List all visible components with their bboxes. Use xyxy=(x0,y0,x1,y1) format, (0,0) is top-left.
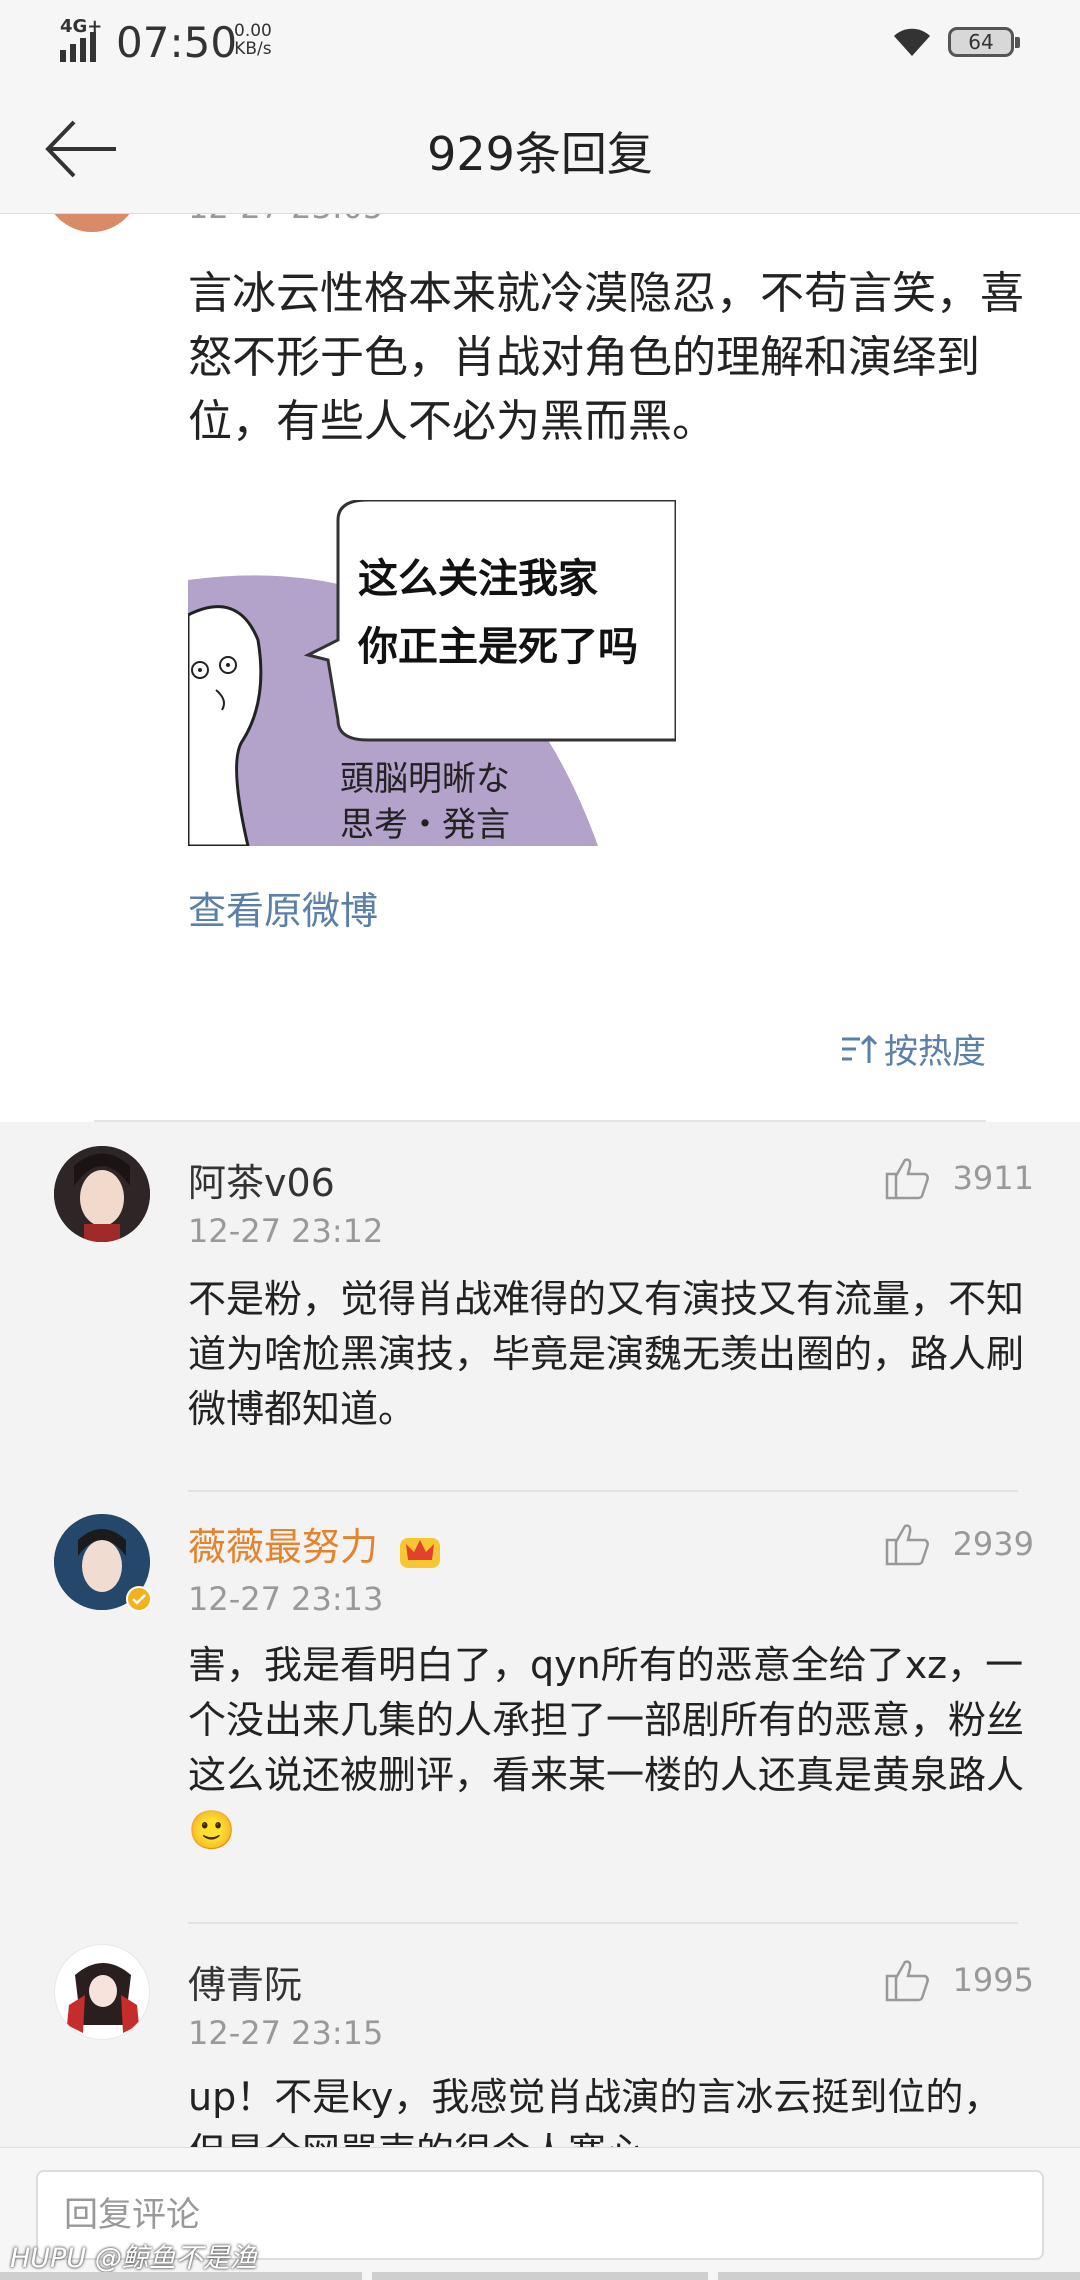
comment-author-name: 薇薇最努力 xyxy=(188,1525,379,1569)
view-original-link[interactable]: 查看原微博 xyxy=(188,880,378,935)
battery-indicator: 64 xyxy=(948,27,1020,57)
page-title: 929条回复 xyxy=(427,127,653,181)
comment-text: up！不是ky，我感觉肖战演的言冰云挺到位的，但是全网骂声的很令人寒心。 xyxy=(188,2075,1002,2147)
avatar[interactable] xyxy=(54,1146,150,1242)
post-text: 言冰云性格本来就冷漠隐忍，不苟言笑，喜怒不形于色，肖战对角色的理解和演绎到位，有… xyxy=(188,268,1024,447)
like-count: 2939 xyxy=(952,1525,1034,1563)
comment-author[interactable]: 阿茶v06 xyxy=(188,1152,335,1207)
thumbs-up-icon xyxy=(885,1158,929,1200)
avatar[interactable] xyxy=(54,1944,150,2040)
thumbs-up-icon xyxy=(885,1960,929,2002)
like-count: 1995 xyxy=(952,1961,1034,1999)
comment-time: 12-27 23:15 xyxy=(188,2014,384,2052)
signal-icon xyxy=(60,32,96,62)
like-button[interactable]: 1995 xyxy=(885,1958,1034,2002)
sort-icon xyxy=(842,1034,878,1063)
speed-value: 0.00 xyxy=(234,21,272,41)
comment-text: 害，我是看明白了，qyn所有的恶意全给了xz，一个没出来几集的人承担了一部剧所有… xyxy=(188,1643,1025,1852)
like-button[interactable]: 3911 xyxy=(885,1156,1034,1200)
nav-bar: 929条回复 xyxy=(0,84,1080,214)
meme-illustration: 这么关注我家 你正主是死了吗 頭脳明晰な 思考・発言 xyxy=(188,500,676,846)
speed-unit: KB/s xyxy=(234,39,272,59)
comment-list: 阿茶v06 12-27 23:12 3911 不是粉，觉得肖战难得的又有演技又有… xyxy=(0,1122,1080,2147)
verified-badge-icon xyxy=(126,1586,152,1612)
post-image[interactable]: 这么关注我家 你正主是死了吗 頭脳明晰な 思考・発言 xyxy=(188,500,676,846)
sort-button[interactable]: 按热度 xyxy=(840,1024,986,1073)
clock: 07:50 xyxy=(116,18,238,67)
comment-time: 12-27 23:12 xyxy=(188,1212,384,1250)
thumbs-up-icon xyxy=(885,1524,929,1566)
meme-line2: 你正主是死了吗 xyxy=(357,624,638,670)
meme-line1: 这么关注我家 xyxy=(358,556,598,602)
divider xyxy=(188,1490,1018,1492)
status-bar: 4G+ 07:50 0.00 KB/s 64 xyxy=(0,0,1080,84)
avatar-photo xyxy=(54,1146,150,1242)
wifi-icon xyxy=(894,28,930,56)
sort-label: 按热度 xyxy=(884,1032,986,1072)
comment-time: 12-27 23:13 xyxy=(188,1580,384,1618)
comment-author[interactable]: 薇薇最努力 xyxy=(188,1516,442,1571)
bottom-segments xyxy=(0,2272,1080,2280)
meme-caption2: 思考・発言 xyxy=(340,805,510,845)
network-speed: 0.00 KB/s xyxy=(234,22,272,58)
meme-caption1: 頭脳明晰な xyxy=(340,759,510,799)
comment-author[interactable]: 傅青阮 xyxy=(188,1954,302,2009)
divider xyxy=(188,1922,1018,1924)
like-count: 3911 xyxy=(952,1159,1034,1197)
comment-text: 不是粉，觉得肖战难得的又有演技又有流量，不知道为啥尬黑演技，毕竟是演魏无羡出圈的… xyxy=(188,1277,1025,1431)
like-button[interactable]: 2939 xyxy=(885,1522,1034,1566)
crown-icon xyxy=(400,1537,441,1568)
avatar-photo xyxy=(55,1945,149,2039)
avatar[interactable] xyxy=(54,1514,152,1612)
